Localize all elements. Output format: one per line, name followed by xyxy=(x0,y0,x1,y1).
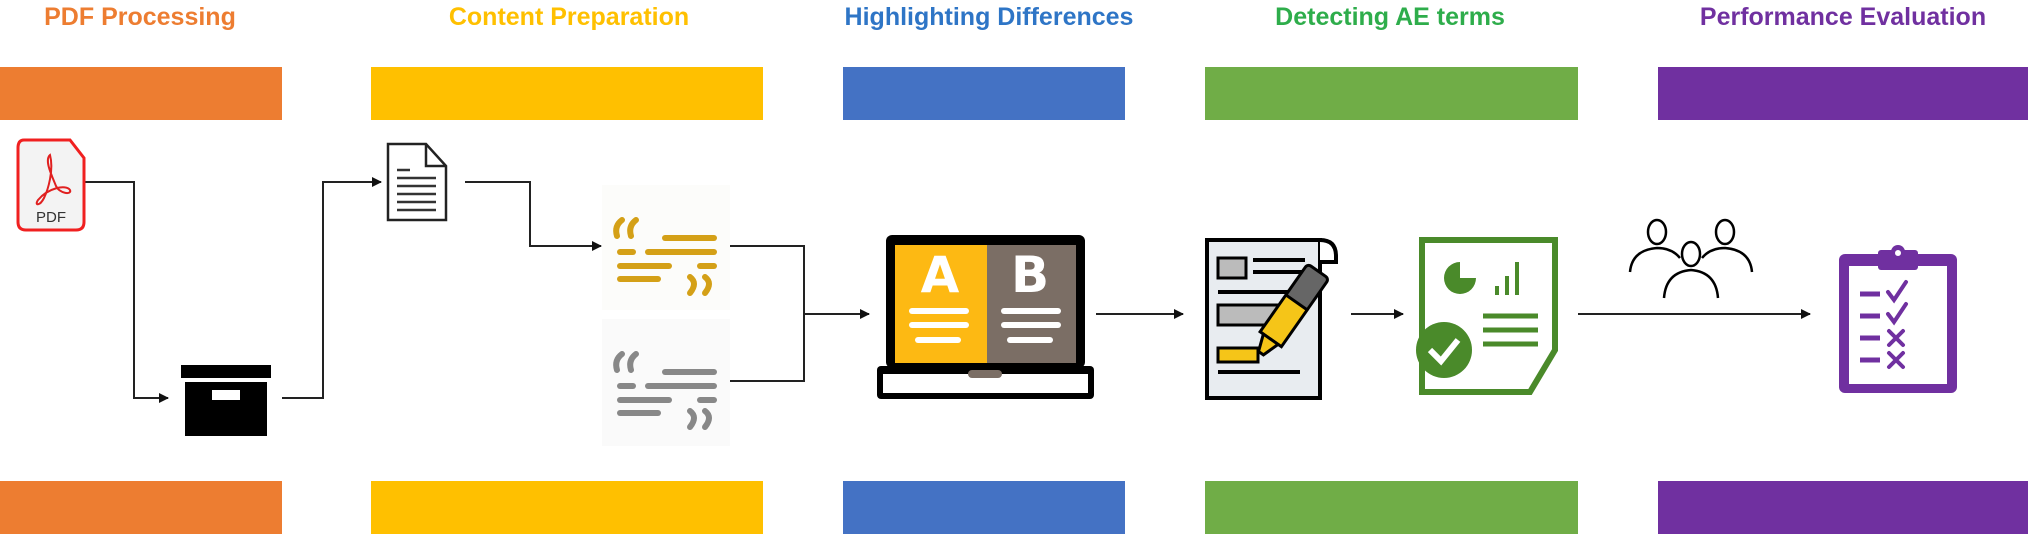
stage-bar-bottom-highlight xyxy=(843,481,1125,534)
arrow-pdf-to-archive xyxy=(84,181,169,403)
stage-bar-top-eval xyxy=(1658,67,2028,120)
stage-title-content-preparation: Content Preparation xyxy=(449,3,689,31)
pdf-label: PDF xyxy=(36,209,66,226)
quote-text-gold-icon xyxy=(602,185,730,310)
stage-bar-bottom-eval xyxy=(1658,481,2028,534)
stage-bar-bottom-pdf xyxy=(0,481,282,534)
text-document-icon xyxy=(386,142,448,222)
label-b: B xyxy=(1011,246,1049,304)
stage-title-detecting-ae-terms: Detecting AE terms xyxy=(1275,3,1505,31)
diagram-canvas: PDF Processing Content Preparation Highl… xyxy=(0,3,2028,534)
document-highlighter-icon xyxy=(1205,238,1338,400)
stage-bar-bottom-detect xyxy=(1205,481,1578,534)
laptop-compare-ab-icon: A B xyxy=(877,235,1094,399)
quote-text-gray-icon xyxy=(602,319,730,446)
approved-report-icon xyxy=(1416,237,1558,395)
stage-title-performance-evaluation: Performance Evaluation xyxy=(1700,3,1986,31)
arrow-archive-to-document xyxy=(282,177,382,399)
arrow-document-to-quote xyxy=(465,181,602,251)
archive-box-icon xyxy=(181,365,271,436)
reviewers-group-icon xyxy=(1628,218,1754,299)
stage-title-pdf-processing: PDF Processing xyxy=(44,3,236,31)
stage-bar-top-highlight xyxy=(843,67,1125,120)
pdf-file-icon: PDF xyxy=(16,138,86,232)
evaluation-clipboard-icon xyxy=(1839,245,1957,393)
label-a: A xyxy=(921,246,960,304)
arrow-quotes-merge xyxy=(730,245,805,382)
stage-bar-top-pdf xyxy=(0,67,282,120)
stage-bar-top-detect xyxy=(1205,67,1578,120)
stage-bar-top-content xyxy=(371,67,763,120)
stage-bar-bottom-content xyxy=(371,481,763,534)
pipeline-diagram: PDF Processing Content Preparation Highl… xyxy=(0,0,2028,538)
stage-title-highlighting-differences: Highlighting Differences xyxy=(845,3,1134,31)
